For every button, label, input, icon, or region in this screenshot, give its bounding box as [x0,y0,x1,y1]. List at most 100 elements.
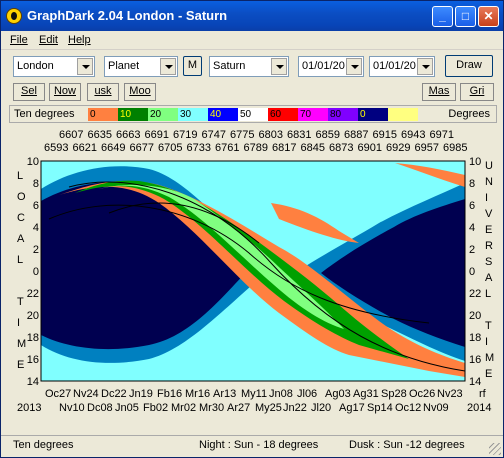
right-axis-letter: V [485,208,493,220]
right-axis-letter: N [485,176,493,188]
object-value: Saturn [213,60,246,72]
top-axis-label: 6915 [373,129,397,141]
top-axis-label: 6859 [316,129,340,141]
minimize-button[interactable]: _ [432,6,453,27]
visibility-chart[interactable]: 6607 6635 6663 6691 6719 6747 6775 6803 6831 6859… [9,123,497,435]
left-axis-letter: I [17,317,20,329]
legend-unit: Degrees [448,108,490,120]
bottom-axis-label: Dc22 [101,388,127,400]
object-select[interactable]: Saturn [209,56,289,77]
left-axis-ticks: 10864202220181614 [27,156,39,388]
menu-help[interactable]: Help [68,34,91,46]
top-axis-label: 6887 [344,129,368,141]
top-axis-label: 6803 [259,129,283,141]
bottom-axis-label: Nv10 [59,402,85,414]
top-axis-label: 6677 [130,142,154,154]
right-axis-letter: U [485,160,493,172]
menu-bar: File Edit Help [1,31,503,50]
left-axis-letter: A [17,233,25,245]
chevron-down-icon[interactable] [417,58,433,75]
right-tick-label: 10 [469,156,481,168]
right-tick-label: 14 [469,376,481,388]
right-axis-title: UNIVERSALTIME [485,160,494,380]
year-right: 2014 [467,402,491,414]
bottom-axis-label: Jn19 [129,388,153,400]
chevron-down-icon[interactable] [77,58,93,75]
draw-button[interactable]: Draw [445,55,493,77]
bottom-axis-label: Jn08 [269,388,293,400]
left-axis-letter: M [17,338,26,350]
top-axis-label: 6775 [230,129,254,141]
right-axis-letter: I [485,336,488,348]
right-tick-label: 8 [469,178,475,190]
bottom-axis-label: Jl20 [311,402,331,414]
status-night: Night : Sun - 18 degrees [199,439,319,451]
moon-button[interactable]: Moo [124,83,156,101]
top-axis-label: 6845 [301,142,325,154]
m-button[interactable]: M [183,56,202,76]
top-axis-label: 6691 [145,129,169,141]
bottom-axis-label: Jn05 [115,402,139,414]
dusk-button[interactable]: usk [87,83,119,101]
legend-swatch: 30 [178,108,208,121]
right-axis-letter: S [485,256,492,268]
left-tick-label: 6 [33,200,39,212]
date-to-select[interactable]: 01/01/20 [369,56,435,77]
bottom-axis-label: Jn22 [283,402,307,414]
location-select[interactable]: London [13,56,95,77]
top-axis-label: 6817 [272,142,296,154]
left-tick-label: 18 [27,332,39,344]
date-from-select[interactable]: 01/01/20 [298,56,364,77]
chart-svg[interactable]: 6607 6635 6663 6691 6719 6747 6775 6803 6831 6859… [9,123,497,435]
bottom-axis-label: Ar27 [227,402,250,414]
top-axis-label: 6943 [401,129,425,141]
left-axis-letter: E [17,359,24,371]
top-axis-label: 6621 [73,142,97,154]
top-axis-label: 6985 [443,142,467,154]
legend-swatch: 20 [148,108,178,121]
bottom-axis-row2: Nv10 Dc08 Jn05 Fb02 Mr02 Mr30 Ar27 My25 Jn22 Jl20… [59,402,449,414]
legend-swatch: 80 [328,108,358,121]
grid-button[interactable]: Gri [460,83,494,101]
top-axis-label: 6901 [358,142,382,154]
menu-file[interactable]: File [10,34,28,46]
bottom-axis-label: Fb16 [157,388,182,400]
top-axis-label: 6649 [101,142,125,154]
top-axis-label: 6719 [173,129,197,141]
right-tick-label: 20 [469,310,481,322]
right-axis-letter: E [485,224,492,236]
bottom-axis-label: Nv24 [73,388,99,400]
bottom-axis-label: Jl06 [297,388,317,400]
chevron-down-icon[interactable] [271,58,287,75]
maximize-button[interactable]: □ [455,6,476,27]
status-dusk: Dusk : Sun -12 degrees [349,439,465,451]
secondary-toolbar: Sel Now usk Moo Mas Gri [1,81,503,103]
title-bar[interactable]: GraphDark 2.04 London - Saturn _ □ ✕ [1,1,503,31]
bottom-axis-label: Sp14 [367,402,393,414]
object-type-select[interactable]: Planet [104,56,178,77]
location-value: London [17,60,54,72]
left-tick-label: 0 [33,266,39,278]
top-axis-label: 6635 [88,129,112,141]
right-tick-label: 16 [469,354,481,366]
top-axis-row2: 6593 6621 6649 6677 6705 6733 6761 6789 6817 6845… [44,142,467,154]
right-axis-ticks: 10864202220181614 [469,156,481,388]
top-axis-label: 6929 [386,142,410,154]
now-button[interactable]: Now [49,83,81,101]
app-icon [6,8,22,24]
sel-button[interactable]: Sel [13,83,45,101]
top-axis-label: 6831 [287,129,311,141]
top-axis-label: 6593 [44,142,68,154]
close-button[interactable]: ✕ [478,6,499,27]
chevron-down-icon[interactable] [160,58,176,75]
right-axis-letter: E [485,368,492,380]
mas-button[interactable]: Mas [422,83,456,101]
legend-swatch [388,108,418,121]
menu-edit[interactable]: Edit [39,34,58,46]
object-type-value: Planet [108,60,140,72]
chevron-down-icon[interactable] [346,58,362,75]
legend-swatch: 60 [268,108,298,121]
right-axis-letter: A [485,272,493,284]
bottom-axis-label: Mr16 [185,388,210,400]
resize-grip-icon[interactable] [489,443,501,455]
